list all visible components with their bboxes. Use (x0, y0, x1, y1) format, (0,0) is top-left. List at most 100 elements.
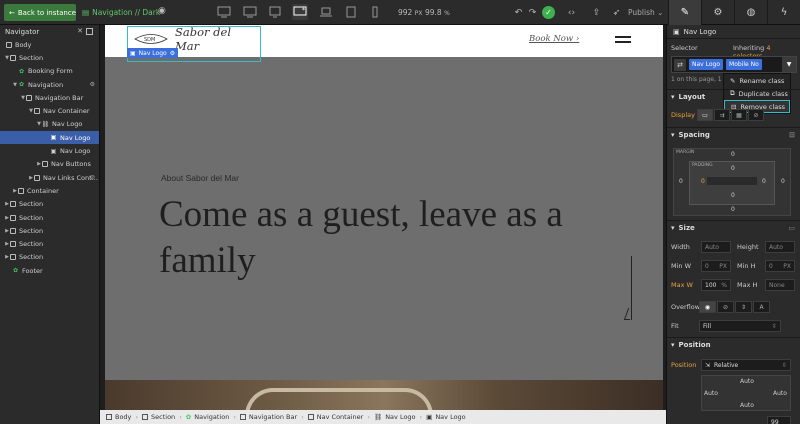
margin-right-value[interactable]: 0 (781, 178, 785, 185)
spacing-section-header[interactable]: ▾ Spacing ⊡ (667, 127, 800, 141)
breadcrumb-item[interactable]: Section (142, 413, 175, 421)
breadcrumb-item[interactable]: ✿ Navigation (186, 413, 230, 421)
tree-item-section[interactable]: ▶ Section (0, 224, 99, 237)
canvas-width-readout[interactable]: 992 PX (398, 8, 422, 17)
size-section-header[interactable]: ▾ Size ▭ (667, 220, 800, 234)
min-height-input[interactable]: 0 PX (765, 260, 795, 272)
display-flex-icon[interactable]: ⇉ (714, 109, 730, 121)
hero-heading[interactable]: Come as a guest, leave as a family (159, 192, 629, 284)
selector-field[interactable]: ⇄ Nav Logo Mobile No ▼ (671, 56, 797, 73)
selected-element-tag[interactable]: ▣ Nav Logo ⚙ (127, 48, 179, 58)
tree-item-nav-links-container[interactable]: ▶ Nav Links Cont... ⊘ (0, 171, 99, 184)
padding-left-value[interactable]: 0 (701, 178, 705, 185)
display-block-icon[interactable]: ▭ (697, 109, 713, 121)
breadcrumb-item[interactable]: Body (106, 413, 131, 421)
z-index-input[interactable]: 99 (767, 416, 791, 424)
tree-item-body[interactable]: Body (0, 38, 99, 51)
zoom-readout[interactable]: 99.8 % (425, 8, 450, 17)
tree-item-section[interactable]: ▼ Section (0, 51, 99, 64)
size-options-icon[interactable]: ▭ (788, 224, 795, 232)
tree-item-nav-logo-link[interactable]: ▼ ⛓ Nav Logo (0, 118, 99, 131)
margin-left-value[interactable]: 0 (679, 178, 683, 185)
object-fit-select[interactable]: Fill ⇳ (699, 320, 781, 332)
tree-item-section[interactable]: ▶ Section (0, 251, 99, 264)
position-section-header[interactable]: ▾ Position (667, 337, 800, 351)
min-width-input[interactable]: 0 PX (701, 260, 731, 272)
tree-item-booking-form[interactable]: ✿ Booking Form (0, 65, 99, 78)
overflow-visible-eye-icon[interactable]: ◉ (699, 301, 716, 313)
style-manager-drops-icon[interactable]: ◍ (734, 0, 767, 25)
tree-item-nav-container[interactable]: ▼ Nav Container (0, 104, 99, 117)
settings-gear-icon[interactable]: ⚙ (701, 0, 734, 25)
tree-item-nav-logo-selected[interactable]: ▣ Nav Logo (0, 131, 99, 145)
redo-icon[interactable]: ↷ (526, 6, 539, 19)
breadcrumb-item[interactable]: Navigation Bar (239, 413, 297, 421)
padding-top-value[interactable]: 0 (731, 165, 735, 172)
height-input[interactable]: Auto (765, 241, 795, 253)
spacing-options-icon[interactable]: ⊡ (789, 131, 795, 139)
publish-button[interactable]: Publish ⌄ (628, 8, 663, 17)
undo-icon[interactable]: ↶ (512, 6, 525, 19)
margin-top-value[interactable]: 0 (731, 151, 735, 158)
book-now-link[interactable]: Book Now › (529, 34, 579, 44)
display-none-icon[interactable]: ⊘ (748, 109, 764, 121)
hamburger-menu-icon[interactable] (615, 36, 631, 46)
preview-eye-icon[interactable]: ◉ (158, 6, 170, 18)
breakpoint-base-star-icon[interactable]: * (292, 4, 308, 20)
display-grid-icon[interactable]: ▦ (731, 109, 747, 121)
tree-item-nav-buttons[interactable]: ▶ Nav Buttons (0, 158, 99, 171)
margin-bottom-value[interactable]: 0 (731, 206, 735, 213)
max-height-input[interactable]: None (765, 279, 795, 291)
tree-item-navigation[interactable]: ▼ ✿ Navigation ⚙ (0, 78, 99, 91)
overflow-scroll-icon[interactable]: ⇕ (735, 301, 752, 313)
selector-dropdown-arrow-icon[interactable]: ▼ (782, 57, 796, 72)
selector-tag-icon[interactable]: ⇄ (674, 58, 686, 71)
section-hero-photo[interactable] (105, 380, 663, 411)
max-width-input[interactable]: 100% (701, 279, 731, 291)
about-eyebrow-text[interactable]: About Sabor del Mar (161, 173, 239, 183)
design-canvas[interactable]: SDM Sabor del Mar Book Now › ▣ Nav Logo … (105, 25, 663, 411)
layout-section-header[interactable]: ▾ Layout (667, 89, 800, 103)
style-brush-icon[interactable]: ✎ (668, 0, 701, 25)
tree-item-section[interactable]: ▶ Section (0, 211, 99, 224)
padding-right-value[interactable]: 0 (762, 178, 766, 185)
position-left-value[interactable]: Auto (704, 390, 718, 397)
code-icon[interactable]: ‹› (565, 6, 578, 19)
breakpoint-desktop-large-icon[interactable] (216, 4, 232, 20)
breadcrumb-item-current[interactable]: ▣ Nav Logo (426, 413, 466, 421)
tree-item-section[interactable]: ▶ Section (0, 198, 99, 211)
hidden-eye-slash-icon[interactable]: ⊘ (90, 174, 95, 181)
class-tag[interactable]: Mobile No (726, 59, 762, 70)
position-right-value[interactable]: Auto (773, 390, 787, 397)
overflow-auto-icon[interactable]: A (753, 301, 770, 313)
pin-panel-icon[interactable] (86, 28, 93, 35)
width-input[interactable]: Auto (701, 241, 731, 253)
position-bottom-value[interactable]: Auto (740, 402, 754, 409)
collapse-all-icon[interactable]: ✕ (77, 27, 83, 35)
tree-item-navigation-bar[interactable]: ▼ Navigation Bar (0, 91, 99, 104)
overflow-hidden-icon[interactable]: ⊘ (717, 301, 734, 313)
breadcrumb-item[interactable]: Nav Container (307, 413, 363, 421)
position-top-value[interactable]: Auto (740, 378, 754, 385)
gear-icon[interactable]: ⚙ (170, 50, 175, 57)
rocket-icon[interactable]: ➶ (610, 6, 623, 19)
interactions-bolt-icon[interactable]: ϟ (767, 0, 800, 25)
tree-item-container[interactable]: ▶ Container (0, 184, 99, 197)
breakpoint-mobile-icon[interactable] (367, 4, 383, 20)
export-icon[interactable]: ⇪ (590, 6, 603, 19)
tree-item-nav-logo[interactable]: ▣ Nav Logo (0, 144, 99, 157)
tree-item-section[interactable]: ▶ Section (0, 237, 99, 250)
breakpoint-desktop-icon[interactable] (267, 4, 283, 20)
breakpoint-laptop-icon[interactable] (318, 4, 334, 20)
component-settings-icon[interactable]: ⚙ (90, 81, 95, 88)
back-to-instance-button[interactable]: ← Back to instance (4, 4, 76, 21)
breakpoint-desktop-medium-icon[interactable] (242, 4, 258, 20)
tree-item-footer[interactable]: ✿ Footer (0, 264, 99, 277)
breakpoint-tablet-icon[interactable] (343, 4, 359, 20)
position-select[interactable]: ⇲ Relative ⇳ (701, 359, 791, 371)
page-selector[interactable]: ▤ Navigation // Dark (82, 8, 160, 17)
padding-bottom-value[interactable]: 0 (731, 192, 735, 199)
rename-class-menu-item[interactable]: ✎ Rename class (724, 74, 790, 87)
breadcrumb-item[interactable]: ⛓ Nav Logo (374, 413, 416, 421)
class-tag[interactable]: Nav Logo (689, 59, 724, 70)
